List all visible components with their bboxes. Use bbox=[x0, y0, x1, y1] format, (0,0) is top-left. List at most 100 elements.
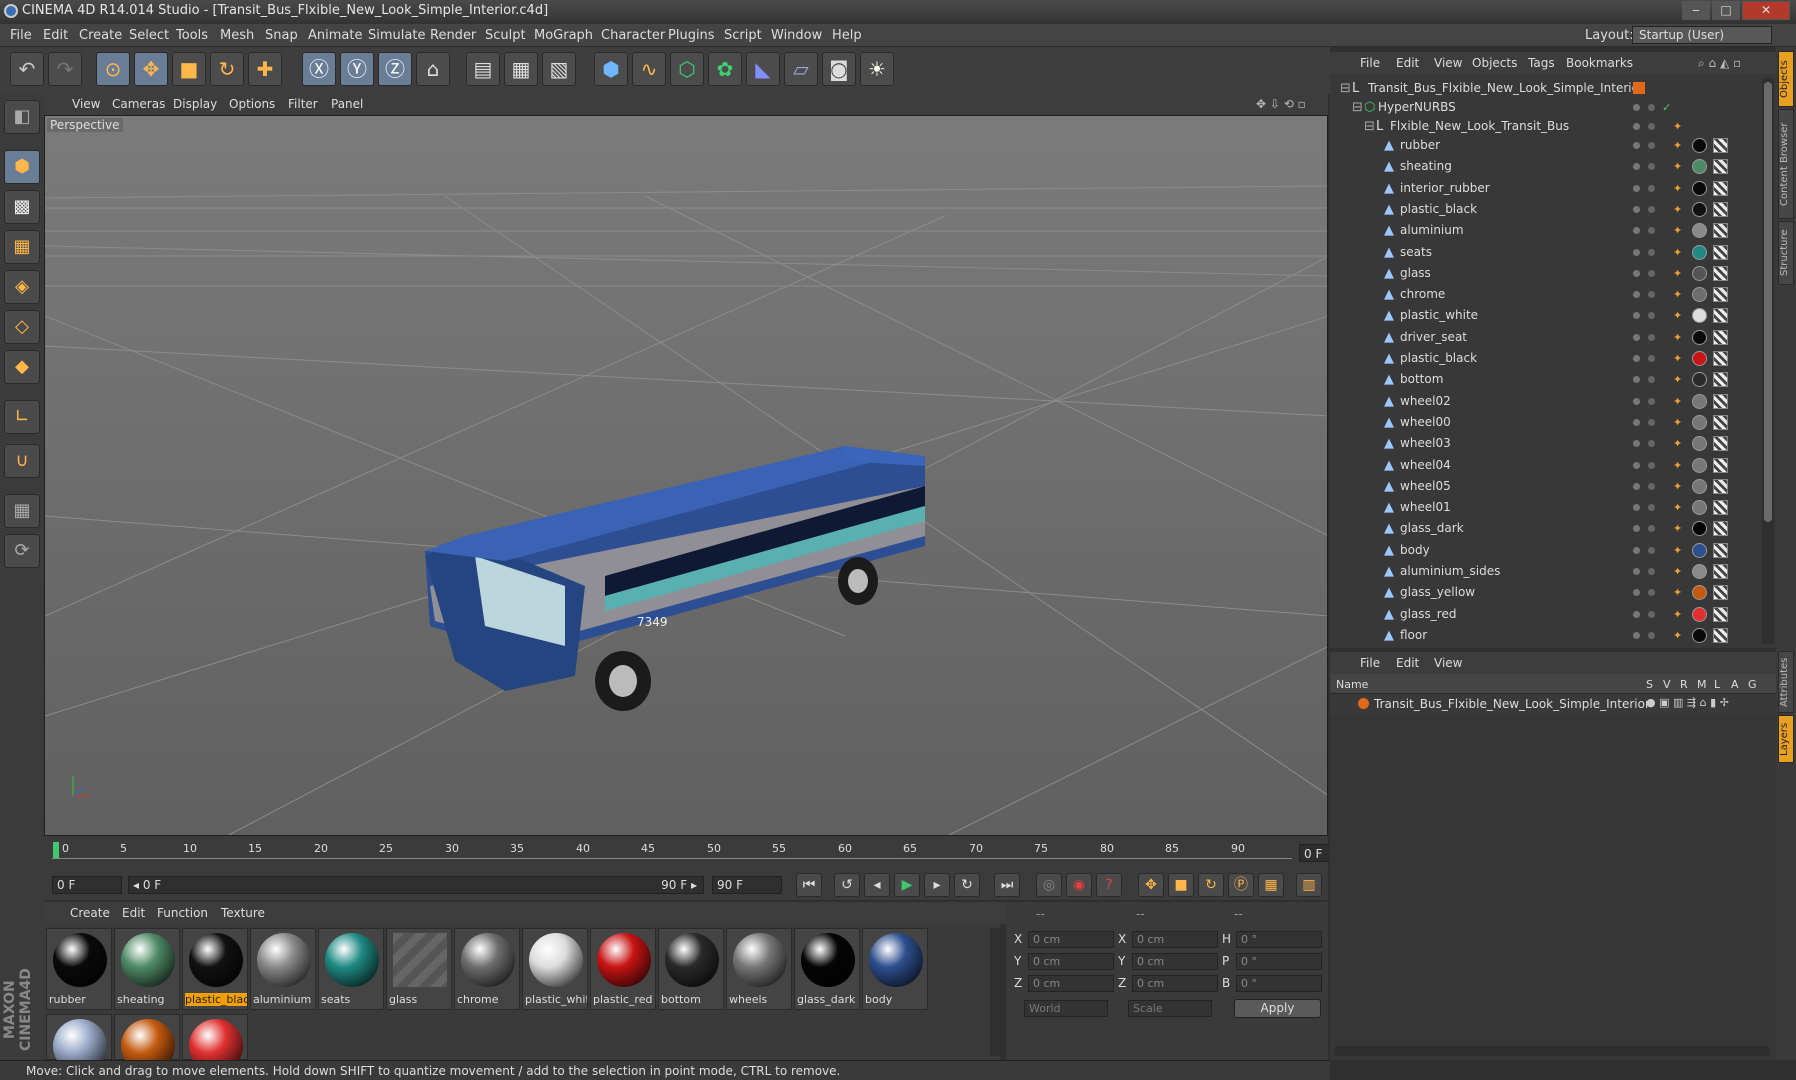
layout-select[interactable]: Startup (User) bbox=[1632, 26, 1772, 44]
texture-tag-icon[interactable] bbox=[1713, 265, 1728, 281]
editor-visibility-dot[interactable] bbox=[1633, 589, 1640, 597]
tree-row-object[interactable]: ▲ wheel05 ✦ bbox=[1330, 476, 1770, 497]
collapse-icon[interactable]: ⊟ bbox=[1364, 119, 1375, 134]
tree-row-object[interactable]: ▲ glass_dark ✦ bbox=[1330, 518, 1770, 539]
snap-enable-icon[interactable]: ▦ bbox=[4, 494, 40, 528]
layer-col-name[interactable]: Name bbox=[1336, 678, 1368, 691]
tree-row-hypernurbs[interactable]: ⊟ ⬡ HyperNURBS ✓ bbox=[1330, 97, 1770, 118]
z-axis-lock-icon[interactable]: Ⓩ bbox=[378, 52, 412, 86]
size-z-field[interactable]: 0 cm bbox=[1132, 975, 1218, 992]
texture-tag-icon[interactable] bbox=[1713, 436, 1728, 452]
editor-visibility-dot[interactable] bbox=[1633, 525, 1640, 533]
collapse-icon[interactable]: ⊟ bbox=[1352, 100, 1363, 115]
tree-row-object[interactable]: ▲ aluminium_sides ✦ bbox=[1330, 561, 1770, 582]
material-glass[interactable]: glass bbox=[386, 928, 452, 1010]
texture-tag-icon[interactable] bbox=[1713, 542, 1728, 558]
tree-row-root[interactable]: ⊟ L Transit_Bus_Flxible_New_Look_Simple_… bbox=[1330, 78, 1770, 99]
render-visibility-dot[interactable] bbox=[1648, 376, 1655, 384]
subdivision-surface-icon[interactable]: ⬡ bbox=[670, 52, 704, 86]
layer-row[interactable]: Transit_Bus_Flxible_New_Look_Simple_Inte… bbox=[1330, 694, 1776, 714]
editor-visibility-dot[interactable] bbox=[1633, 546, 1640, 554]
texture-tag-icon[interactable] bbox=[1713, 457, 1728, 473]
texture-tag-icon[interactable] bbox=[1713, 393, 1728, 409]
material-swatch[interactable] bbox=[46, 1014, 112, 1073]
viewport-menu-options[interactable]: Options bbox=[229, 97, 275, 111]
render-visibility-dot[interactable] bbox=[1648, 333, 1655, 341]
object-menu-view[interactable]: View bbox=[1434, 56, 1462, 70]
texture-tag-icon[interactable] bbox=[1713, 138, 1728, 153]
texture-tag-icon[interactable] bbox=[1713, 159, 1728, 175]
scrollbar-thumb[interactable] bbox=[1764, 82, 1772, 522]
object-menu-objects[interactable]: Objects bbox=[1472, 56, 1517, 70]
editor-visibility-dot[interactable] bbox=[1633, 227, 1640, 235]
material-tag-icon[interactable] bbox=[1692, 329, 1707, 345]
render-visibility-dot[interactable] bbox=[1648, 589, 1655, 597]
material-tag-icon[interactable] bbox=[1692, 265, 1707, 281]
texture-tag-icon[interactable] bbox=[1713, 351, 1728, 366]
layer-col-generators[interactable]: G bbox=[1748, 678, 1757, 691]
go-to-end-icon[interactable]: ⏭ bbox=[994, 873, 1020, 897]
menu-file[interactable]: File bbox=[10, 28, 32, 43]
material-chrome[interactable]: chrome bbox=[454, 928, 520, 1010]
position-y-field[interactable]: 0 cm bbox=[1028, 953, 1114, 970]
key-scale-icon[interactable]: ■ bbox=[1168, 873, 1194, 897]
polygons-mode-icon[interactable]: ◆ bbox=[4, 350, 40, 384]
render-visibility-dot[interactable] bbox=[1648, 355, 1655, 362]
menu-mesh[interactable]: Mesh bbox=[220, 28, 254, 43]
object-menu-file[interactable]: File bbox=[1360, 56, 1380, 70]
editor-visibility-dot[interactable] bbox=[1633, 568, 1640, 575]
editor-visibility-dot[interactable] bbox=[1633, 123, 1640, 130]
phong-tag-icon[interactable]: ✦ bbox=[1673, 416, 1682, 429]
rotate-tool-icon[interactable]: ↻ bbox=[210, 52, 244, 86]
start-frame-field[interactable]: 0 F bbox=[52, 876, 122, 894]
render-visibility-dot[interactable] bbox=[1648, 482, 1655, 490]
texture-tag-icon[interactable] bbox=[1713, 372, 1728, 388]
render-visibility-dot[interactable] bbox=[1648, 610, 1655, 618]
material-glass-dark[interactable]: glass_dark bbox=[794, 928, 860, 1010]
tree-row-object[interactable]: ▲ glass ✦ bbox=[1330, 263, 1770, 284]
render-visibility-dot[interactable] bbox=[1648, 418, 1655, 426]
perspective-viewport[interactable]: 7349 Perspective bbox=[44, 115, 1328, 836]
phong-tag-icon[interactable]: ✦ bbox=[1673, 586, 1682, 599]
object-menu-bookmarks[interactable]: Bookmarks bbox=[1566, 56, 1633, 70]
edges-mode-icon[interactable]: ◇ bbox=[4, 310, 40, 344]
tree-row-object[interactable]: ▲ wheel02 ✦ bbox=[1330, 391, 1770, 412]
phong-tag-icon[interactable]: ✦ bbox=[1673, 224, 1682, 237]
tree-row-object[interactable]: ▲ bottom ✦ bbox=[1330, 369, 1770, 390]
render-visibility-dot[interactable] bbox=[1648, 631, 1655, 639]
editor-visibility-dot[interactable] bbox=[1633, 418, 1640, 426]
menu-plugins[interactable]: Plugins bbox=[668, 28, 715, 43]
phong-tag-icon[interactable]: ✦ bbox=[1673, 246, 1682, 259]
maximize-button[interactable]: □ bbox=[1712, 1, 1740, 20]
previous-frame-icon[interactable]: ◂ bbox=[864, 873, 890, 897]
texture-tag-icon[interactable] bbox=[1713, 627, 1728, 643]
phong-tag-icon[interactable]: ✦ bbox=[1673, 395, 1682, 408]
editor-visibility-dot[interactable] bbox=[1633, 397, 1640, 405]
texture-tag-icon[interactable] bbox=[1713, 478, 1728, 494]
close-button[interactable]: ✕ bbox=[1742, 1, 1790, 20]
tree-row-object[interactable]: ▲ seats ✦ bbox=[1330, 242, 1770, 263]
material-tag-icon[interactable] bbox=[1692, 436, 1707, 452]
editor-visibility-dot[interactable] bbox=[1633, 142, 1640, 149]
material-bottom[interactable]: bottom bbox=[658, 928, 724, 1010]
phong-tag-icon[interactable]: ✦ bbox=[1673, 522, 1682, 535]
material-tag-icon[interactable] bbox=[1692, 564, 1707, 579]
material-wheels[interactable]: wheels bbox=[726, 928, 792, 1010]
layer-col-solo[interactable]: S bbox=[1646, 678, 1653, 691]
material-tag-icon[interactable] bbox=[1692, 180, 1707, 196]
end-frame-field[interactable]: 90 F bbox=[712, 876, 782, 894]
material-tag-icon[interactable] bbox=[1692, 393, 1707, 409]
menu-sculpt[interactable]: Sculpt bbox=[485, 28, 526, 43]
y-axis-lock-icon[interactable]: Ⓨ bbox=[340, 52, 374, 86]
viewport-menu-cameras[interactable]: Cameras bbox=[112, 97, 165, 111]
render-visibility-dot[interactable] bbox=[1648, 461, 1655, 469]
tree-row-object[interactable]: ▲ aluminium ✦ bbox=[1330, 220, 1770, 241]
texture-tag-icon[interactable] bbox=[1713, 606, 1728, 622]
phong-tag-icon[interactable]: ✦ bbox=[1673, 608, 1682, 621]
menu-character[interactable]: Character bbox=[601, 28, 665, 43]
material-tag-icon[interactable] bbox=[1692, 542, 1707, 558]
editor-visibility-dot[interactable] bbox=[1633, 355, 1640, 362]
editor-visibility-dot[interactable] bbox=[1633, 104, 1640, 111]
material-menu-texture[interactable]: Texture bbox=[221, 906, 265, 920]
tree-row-object[interactable]: ▲ glass_red ✦ bbox=[1330, 604, 1770, 625]
